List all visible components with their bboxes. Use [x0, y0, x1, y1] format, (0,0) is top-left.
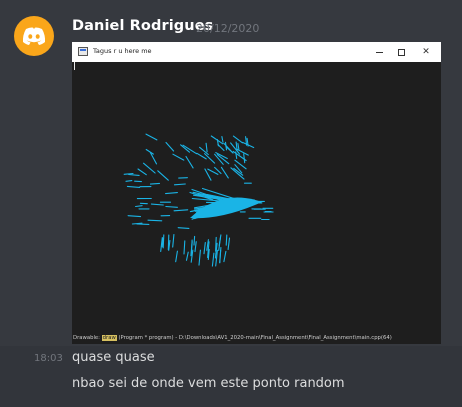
- minimize-icon: [371, 45, 387, 59]
- status-prefix: Drawable:: [73, 335, 102, 341]
- render-segment: [167, 234, 170, 251]
- image-attachment[interactable]: Tagus r u here me ✕ Drawable: draw (Prog…: [72, 42, 441, 344]
- render-canvas: [72, 62, 441, 325]
- message-timestamp: 20/12/2020: [196, 22, 260, 35]
- close-icon: ✕: [422, 47, 430, 57]
- render-segment: [193, 235, 196, 246]
- window-titlebar: Tagus r u here me ✕: [72, 42, 441, 62]
- render-segment: [147, 219, 163, 222]
- render-segment: [136, 223, 150, 225]
- app-window-icon: [78, 47, 88, 56]
- debugger-status-bar: Drawable: draw (Program * program) - D:\…: [72, 332, 441, 344]
- avatar[interactable]: [14, 16, 54, 56]
- message-text: quase quase: [72, 350, 155, 365]
- message-text: nbao sei de onde vem este ponto random: [72, 376, 345, 391]
- render-segment: [162, 234, 165, 249]
- discord-logo-icon: [22, 27, 46, 45]
- render-segment: [225, 234, 228, 246]
- author-name[interactable]: Daniel Rodrigues: [72, 18, 213, 34]
- followup-time: 18:03: [34, 353, 63, 364]
- render-segment: [177, 227, 190, 229]
- window-title: Tagus r u here me: [93, 47, 152, 55]
- status-suffix: (Program * program) - D:\Downloads\AV1_2…: [116, 335, 392, 341]
- render-segment: [125, 180, 133, 182]
- render-segment: [149, 182, 161, 185]
- maximize-icon: [393, 45, 409, 59]
- status-highlight: draw: [101, 335, 117, 341]
